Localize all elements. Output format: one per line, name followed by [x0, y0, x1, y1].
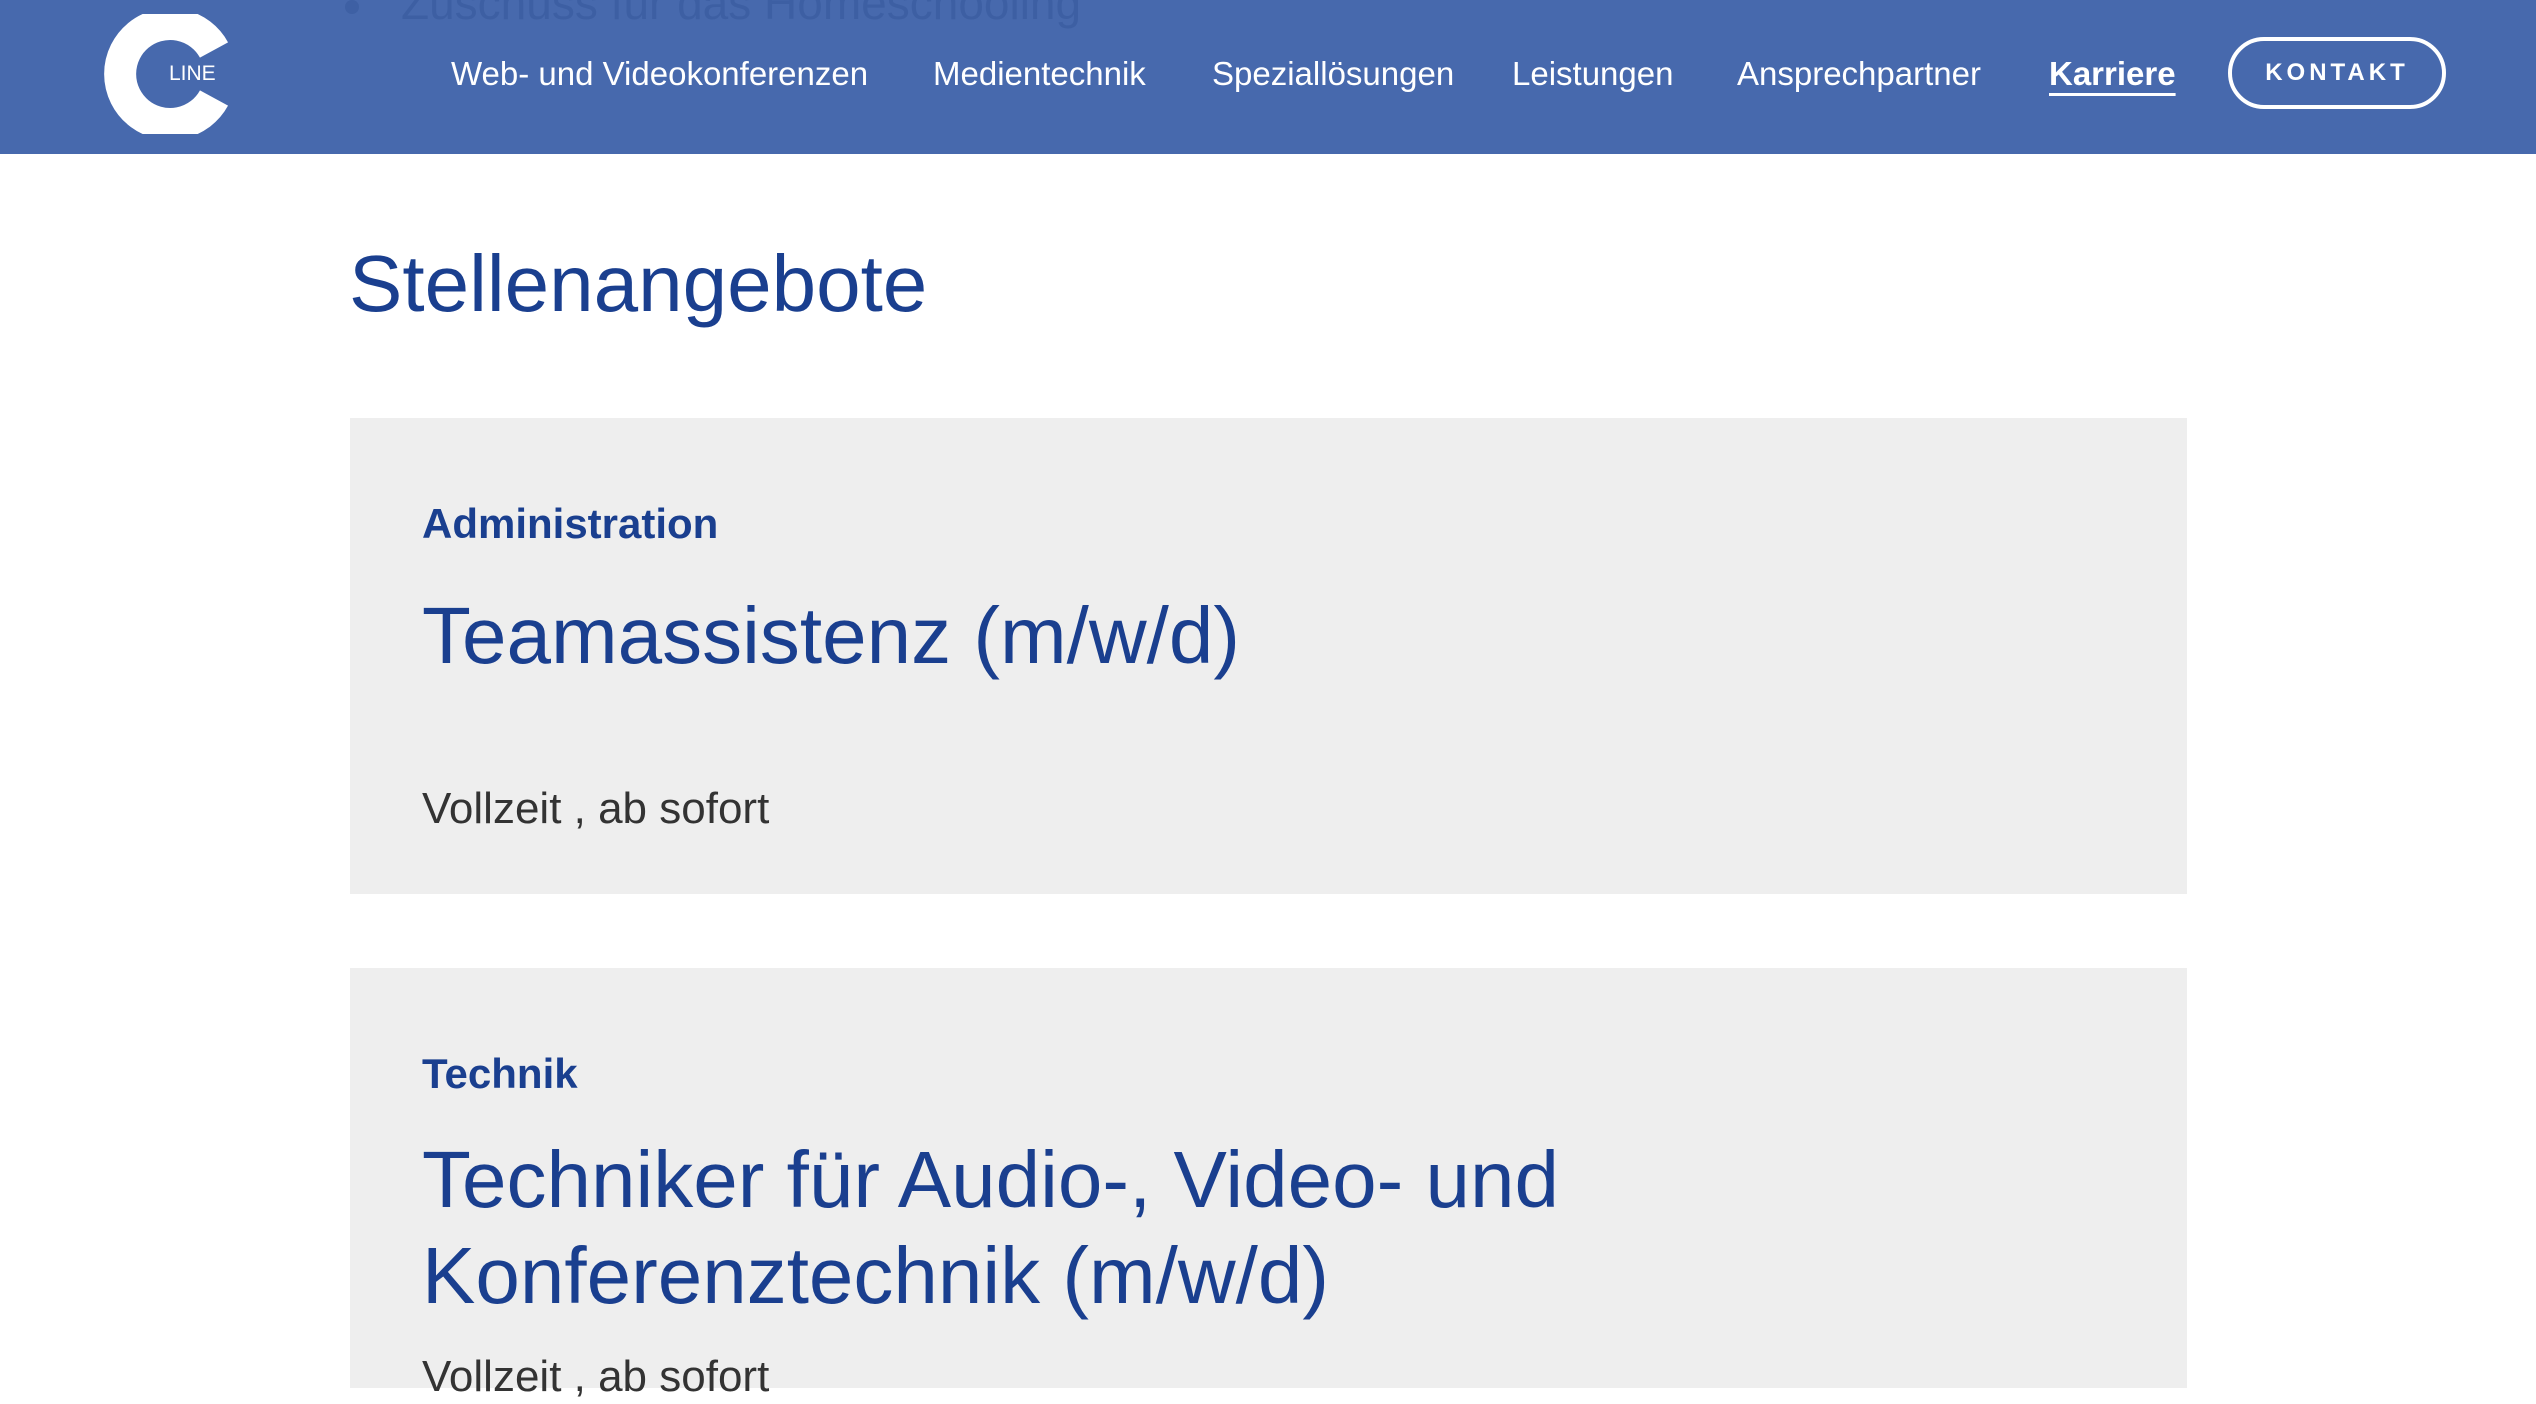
nav-item-web-videokonferenzen[interactable]: Web- und Videokonferenzen [451, 54, 868, 94]
job-category: Administration [422, 500, 719, 547]
site-header: Zuschuss für das Homeschooling LINE Web-… [0, 0, 2536, 154]
nav-item-medientechnik[interactable]: Medientechnik [933, 54, 1146, 94]
job-meta: Vollzeit , ab sofort [422, 1352, 770, 1401]
job-title[interactable]: Teamassistenz (m/w/d) [422, 588, 1240, 684]
contact-button[interactable]: KONTAKT [2228, 37, 2446, 109]
nav-item-karriere[interactable]: Karriere [2049, 54, 2176, 94]
nav-item-leistungen[interactable]: Leistungen [1512, 54, 1673, 94]
main-navigation: Web- und Videokonferenzen Medientechnik … [0, 0, 2536, 154]
job-title[interactable]: Techniker für Audio-, Video- und Konfere… [422, 1132, 1822, 1324]
page-title: Stellenangebote [349, 239, 928, 328]
job-card-teamassistenz[interactable]: Administration Teamassistenz (m/w/d) Vol… [350, 418, 2187, 894]
job-card-techniker[interactable]: Technik Techniker für Audio-, Video- und… [350, 968, 2187, 1401]
nav-item-speziallosungen[interactable]: Speziallösungen [1212, 54, 1454, 94]
job-meta: Vollzeit , ab sofort [422, 784, 770, 833]
nav-item-ansprechpartner[interactable]: Ansprechpartner [1737, 54, 1981, 94]
job-category: Technik [422, 1050, 578, 1097]
